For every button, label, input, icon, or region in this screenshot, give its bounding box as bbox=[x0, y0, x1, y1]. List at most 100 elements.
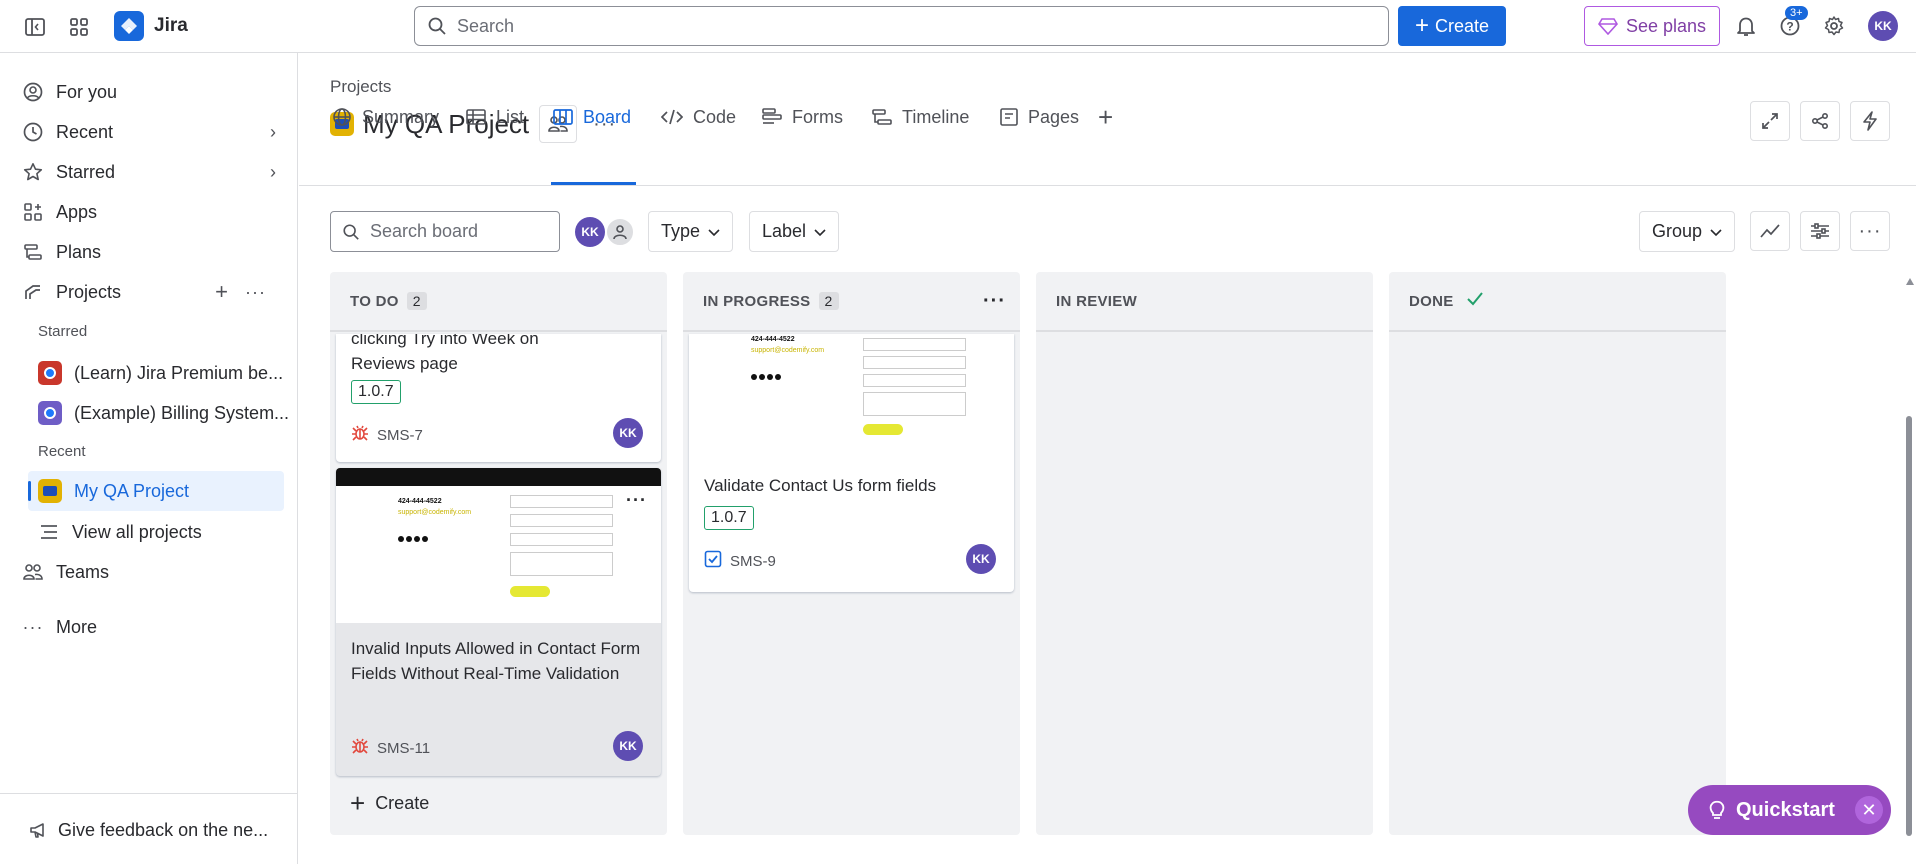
card-title: clicking Try into Week on Reviews page bbox=[351, 334, 539, 373]
fix-version-badge: 1.0.7 bbox=[704, 506, 754, 530]
sidebar-recent-project-my-qa[interactable]: My QA Project bbox=[28, 471, 284, 511]
column-header: IN REVIEW bbox=[1036, 272, 1373, 332]
thumbnail-social-icons bbox=[751, 374, 781, 380]
list-table-icon bbox=[466, 108, 486, 126]
tab-code[interactable]: Code bbox=[661, 100, 736, 134]
issue-key[interactable]: SMS-7 bbox=[351, 424, 423, 446]
issue-card-sms-7[interactable]: clicking Try into Week on Reviews page 1… bbox=[336, 334, 661, 462]
breadcrumb[interactable]: Projects bbox=[330, 77, 391, 97]
help-badge: 3+ bbox=[1785, 6, 1808, 20]
filter-unassigned-avatar-icon[interactable] bbox=[605, 217, 635, 247]
active-indicator bbox=[28, 481, 31, 501]
thumbnail-email: support@codemify.com bbox=[398, 509, 472, 516]
attachment-thumbnail: 424-444-4522 support@codemify.com ··· bbox=[336, 468, 661, 623]
give-feedback-button[interactable]: Give feedback on the ne... bbox=[28, 812, 268, 848]
create-button[interactable]: + Create bbox=[1398, 6, 1506, 46]
thumbnail-phone: 424-444-4522 bbox=[398, 498, 442, 505]
fullscreen-expand-icon[interactable] bbox=[1750, 101, 1790, 141]
column-done: DONE bbox=[1389, 272, 1726, 835]
column-in-review: IN REVIEW bbox=[1036, 272, 1373, 835]
sidebar-item-projects[interactable]: Projects + ··· bbox=[22, 274, 276, 310]
board-scrollbar[interactable] bbox=[1906, 278, 1914, 838]
share-icon[interactable] bbox=[1800, 101, 1840, 141]
insights-chart-icon[interactable] bbox=[1750, 211, 1790, 251]
close-icon[interactable]: ✕ bbox=[1855, 796, 1883, 824]
user-avatar[interactable]: KK bbox=[1868, 11, 1898, 41]
sidebar-item-teams[interactable]: Teams bbox=[22, 554, 109, 590]
quickstart-button[interactable]: Quickstart ✕ bbox=[1688, 785, 1891, 835]
tab-summary[interactable]: Summary bbox=[332, 100, 439, 134]
tab-board[interactable]: Board bbox=[553, 100, 631, 134]
type-filter-dropdown[interactable]: Type bbox=[648, 211, 734, 252]
sidebar-view-all-projects[interactable]: View all projects bbox=[38, 514, 202, 550]
projects-icon bbox=[22, 281, 44, 303]
tab-forms[interactable]: Forms bbox=[762, 100, 843, 134]
thumbnail-form-field bbox=[863, 356, 966, 369]
sidebar-starred-project-billing[interactable]: (Example) Billing System... bbox=[38, 395, 289, 431]
card-more-icon[interactable]: ··· bbox=[626, 490, 647, 511]
notifications-bell-icon[interactable] bbox=[1732, 12, 1760, 40]
clock-icon bbox=[22, 121, 44, 143]
tab-pages[interactable]: Pages bbox=[1000, 100, 1079, 134]
chevron-right-icon[interactable]: › bbox=[270, 122, 276, 143]
list-icon bbox=[38, 521, 60, 543]
create-issue-button[interactable]: + Create bbox=[350, 790, 429, 816]
thumbnail-form-textarea bbox=[510, 552, 613, 576]
project-avatar-icon bbox=[38, 361, 62, 385]
card-title: Invalid Inputs Allowed in Contact Form F… bbox=[351, 639, 641, 683]
issue-card-sms-9[interactable]: 424-444-4522 support@codemify.com Valida… bbox=[689, 334, 1014, 592]
sidebar-item-recent[interactable]: Recent › bbox=[22, 114, 276, 150]
top-navigation-bar: Jira Search + Create See plans ? 3+ KK bbox=[0, 0, 1916, 53]
sidebar: For you Recent › Starred › Apps Plans Pr… bbox=[0, 53, 298, 864]
assignee-avatar[interactable]: KK bbox=[613, 731, 643, 761]
filter-avatar-kk[interactable]: KK bbox=[575, 217, 605, 247]
forms-icon bbox=[762, 108, 782, 126]
app-switcher-icon[interactable] bbox=[66, 14, 92, 40]
diamond-icon bbox=[1597, 18, 1618, 35]
issue-key[interactable]: SMS-11 bbox=[351, 737, 430, 759]
sidebar-item-plans[interactable]: Plans bbox=[22, 234, 101, 270]
chevron-right-icon[interactable]: › bbox=[270, 162, 276, 183]
sidebar-item-apps[interactable]: Apps bbox=[22, 194, 97, 230]
group-by-dropdown[interactable]: Group bbox=[1639, 211, 1736, 252]
jira-logo[interactable]: Jira bbox=[114, 11, 188, 41]
issue-card-sms-11[interactable]: 424-444-4522 support@codemify.com ··· In… bbox=[336, 468, 661, 776]
sidebar-toggle-icon[interactable] bbox=[22, 14, 48, 40]
assignee-avatar[interactable]: KK bbox=[966, 544, 996, 574]
scrollbar-thumb[interactable] bbox=[1906, 416, 1912, 836]
scrollbar-up-arrow[interactable] bbox=[1906, 278, 1914, 285]
thumbnail-form-field bbox=[863, 374, 966, 387]
settings-gear-icon[interactable] bbox=[1820, 12, 1848, 40]
task-checkbox-icon bbox=[704, 550, 722, 572]
add-tab-plus-icon[interactable]: + bbox=[1098, 100, 1113, 134]
svg-text:?: ? bbox=[1786, 20, 1793, 34]
sidebar-item-more[interactable]: ··· More bbox=[22, 609, 98, 645]
assignee-avatar[interactable]: KK bbox=[613, 418, 643, 448]
sidebar-starred-project-learn[interactable]: (Learn) Jira Premium be... bbox=[38, 355, 283, 391]
lightbulb-icon bbox=[1708, 799, 1726, 821]
issue-key[interactable]: SMS-9 bbox=[704, 550, 776, 572]
app-name: Jira bbox=[154, 15, 188, 36]
search-input[interactable]: Search bbox=[414, 6, 1389, 46]
code-icon bbox=[661, 108, 683, 126]
sidebar-item-starred[interactable]: Starred › bbox=[22, 154, 276, 190]
user-circle-icon bbox=[22, 81, 44, 103]
column-more-icon[interactable]: ··· bbox=[983, 290, 1006, 313]
automation-lightning-icon[interactable] bbox=[1850, 101, 1890, 141]
star-icon bbox=[22, 161, 44, 183]
see-plans-button[interactable]: See plans bbox=[1584, 6, 1720, 46]
view-settings-icon[interactable] bbox=[1800, 211, 1840, 251]
sidebar-item-for-you[interactable]: For you bbox=[22, 74, 117, 110]
add-project-plus-icon[interactable]: + bbox=[215, 279, 228, 305]
tab-timeline[interactable]: Timeline bbox=[872, 100, 969, 134]
tab-list[interactable]: List bbox=[466, 100, 524, 134]
chevron-down-icon bbox=[1710, 221, 1722, 242]
label-filter-dropdown[interactable]: Label bbox=[749, 211, 840, 252]
search-board-input[interactable]: Search board bbox=[330, 211, 560, 252]
more-options-icon[interactable]: ··· bbox=[245, 282, 266, 303]
card-title: Validate Contact Us form fields bbox=[704, 476, 937, 495]
board-more-icon[interactable]: ··· bbox=[1850, 211, 1890, 251]
bug-icon bbox=[351, 424, 369, 446]
bug-icon bbox=[351, 737, 369, 759]
column-header: IN PROGRESS 2 ··· bbox=[683, 272, 1020, 332]
